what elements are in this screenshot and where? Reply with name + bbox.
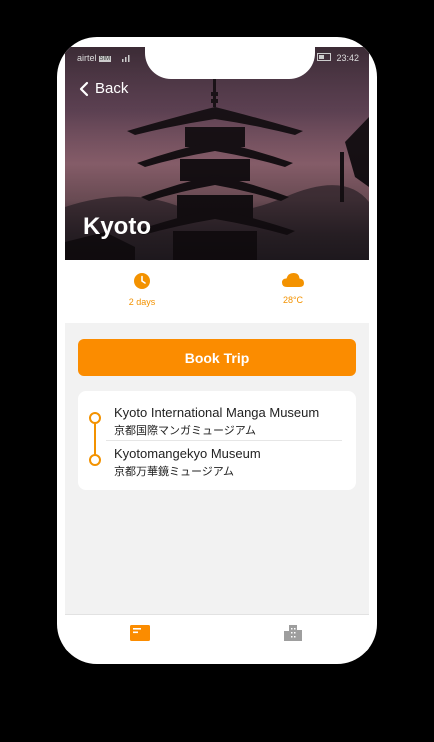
book-icon — [130, 625, 150, 641]
timeline-dot — [89, 412, 101, 424]
city-icon — [284, 625, 302, 641]
weather-label: 28°C — [282, 295, 304, 305]
bottom-nav — [65, 614, 369, 651]
timeline-dot — [89, 454, 101, 466]
battery-icon — [316, 53, 331, 61]
clock-time: 23:42 — [336, 53, 359, 63]
timeline-line — [94, 420, 96, 458]
book-trip-button[interactable]: Book Trip — [78, 339, 356, 376]
camera-notch — [145, 47, 315, 79]
city-title: Kyoto — [83, 213, 151, 240]
weather-stat: 28°C — [233, 272, 353, 305]
duration-label: 2 days — [128, 297, 156, 307]
nav-tab-cities[interactable] — [284, 625, 302, 646]
itinerary-stop[interactable]: Kyoto International Manga Museum 京都国際マンガ… — [114, 405, 346, 438]
chevron-left-icon — [79, 81, 89, 96]
itinerary-timeline — [88, 412, 102, 466]
phone-frame: airtelSIM 0% 23:42 Back Kyoto 2 days — [57, 37, 377, 664]
nav-tab-trips[interactable] — [130, 625, 150, 646]
back-label: Back — [95, 80, 129, 97]
clock-icon — [134, 273, 150, 289]
cloud-icon — [282, 273, 304, 287]
signal-icon — [122, 54, 132, 64]
stop-name-jp: 京都万華鏡ミュージアム — [114, 466, 235, 478]
stop-name-en: Kyotomangekyo Museum — [114, 446, 261, 461]
divider — [106, 440, 342, 441]
stop-name-jp: 京都国際マンガミュージアム — [114, 425, 257, 437]
back-button[interactable]: Back — [79, 80, 128, 97]
itinerary-stop[interactable]: Kyotomangekyo Museum 京都万華鏡ミュージアム — [114, 446, 346, 479]
carrier-name: airtel SIM — [77, 53, 112, 63]
app-screen: airtelSIM 0% 23:42 Back Kyoto 2 days — [65, 47, 369, 651]
trip-stats: 2 days 28°C — [65, 260, 369, 323]
duration-stat: 2 days — [82, 272, 202, 307]
stop-name-en: Kyoto International Manga Museum — [114, 405, 320, 420]
sim-badge: SIM — [98, 56, 112, 62]
itinerary-card: Kyoto International Manga Museum 京都国際マンガ… — [78, 391, 356, 490]
